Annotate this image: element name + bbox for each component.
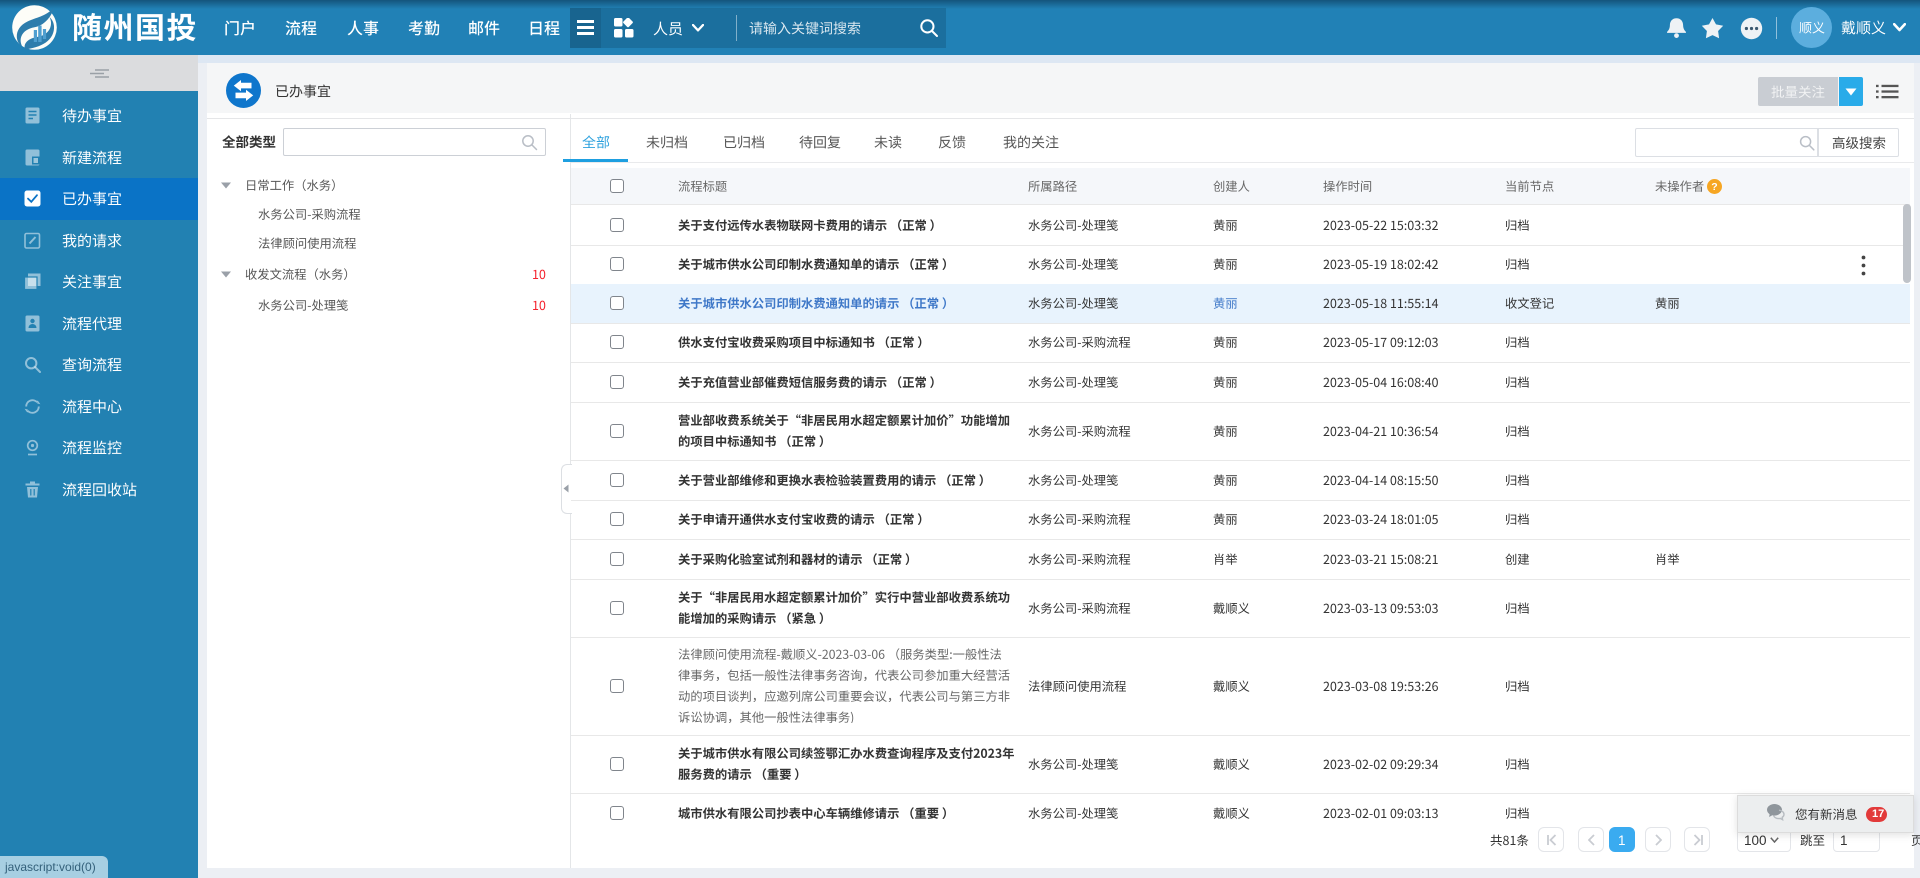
svg-text:?: ? — [1711, 181, 1717, 193]
